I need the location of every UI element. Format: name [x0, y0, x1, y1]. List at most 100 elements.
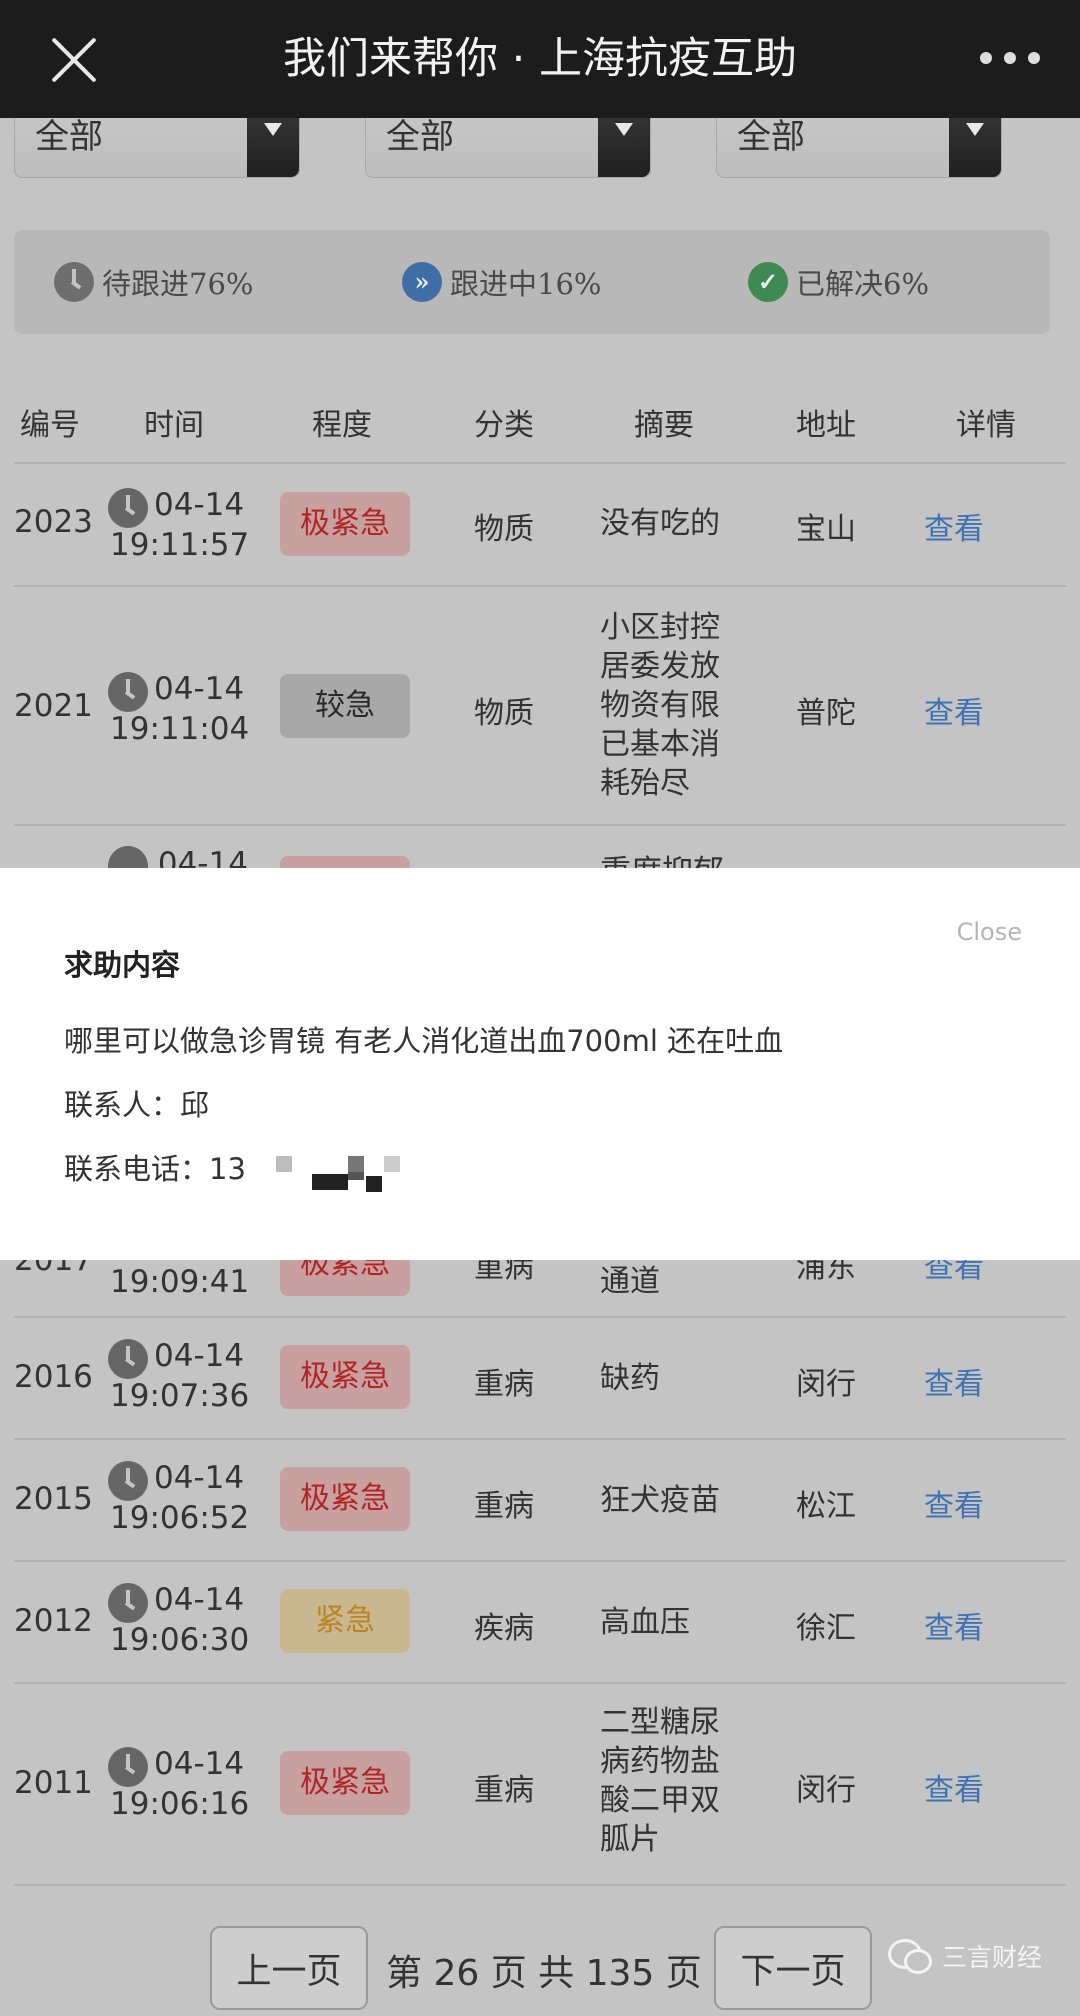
row-address: 闵行	[796, 1773, 856, 1808]
col-header-detail: 详情	[956, 408, 1016, 443]
col-header-address: 地址	[796, 408, 856, 443]
row-id: 2017	[14, 1260, 93, 1278]
row-date: 04-14	[157, 846, 248, 868]
level-badge: 紧急	[280, 1589, 410, 1653]
row-id: 2021	[14, 688, 93, 724]
table-row: 2011 04-14 19:06:16 极紧急 重病 二型糖尿病药物盐酸二甲双胍…	[0, 1683, 1080, 1883]
row-summary: 通道	[600, 1264, 660, 1299]
stat-resolved: ✓ 已解决6%	[748, 260, 929, 304]
row-timestamp: 19:06:30	[110, 1622, 250, 1658]
table-row: 2012 04-14 19:06:30 紧急 疾病 高血压 徐汇 查看	[0, 1561, 1080, 1683]
col-header-id: 编号	[20, 408, 80, 443]
row-id: 2012	[14, 1603, 93, 1639]
row-timestamp: 19:11:04	[110, 711, 250, 747]
row-timestamp: 19:11:57	[110, 527, 250, 563]
partial-row-time: 04-14	[108, 846, 308, 868]
row-date: 04-14	[154, 1338, 245, 1374]
row-address: 松江	[796, 1489, 856, 1524]
more-icon[interactable]	[980, 52, 1040, 64]
row-timestamp: 19:06:16	[110, 1786, 250, 1822]
row-id: 2016	[14, 1359, 93, 1395]
clock-icon	[108, 846, 148, 868]
row-id: 2015	[14, 1481, 93, 1517]
stat-pending-label: 待跟进76%	[102, 267, 254, 301]
row-address: 徐汇	[796, 1611, 856, 1646]
row-address: 普陀	[796, 696, 856, 731]
view-link[interactable]: 查看	[924, 1359, 984, 1403]
divider	[14, 824, 1066, 826]
row-category: 疾病	[474, 1611, 534, 1646]
row-timestamp: 19:09:41	[110, 1264, 250, 1300]
row-date: 04-14	[154, 1746, 245, 1782]
watermark-text: 三言财经	[941, 1943, 1042, 1972]
view-link[interactable]: 查看	[924, 688, 984, 732]
row-summary: 狂犬疫苗	[600, 1483, 720, 1518]
row-address: 宝山	[796, 512, 856, 547]
prev-page-button[interactable]: 上一页	[210, 1926, 368, 2010]
col-header-category: 分类	[474, 408, 534, 443]
table-row-partial: 2017 19:09:41 极紧急 重病 通道 浦东 查看	[0, 1260, 1080, 1316]
row-summary: 小区封控居委发放物资有限已基本消耗殆尽	[600, 610, 720, 801]
level-badge: 较急	[280, 674, 410, 738]
row-summary: 没有吃的	[600, 506, 720, 541]
view-link[interactable]: 查看	[924, 504, 984, 548]
watermark: 三言财经	[887, 1938, 1042, 1974]
row-date: 04-14	[154, 1460, 245, 1496]
partial-row-summary: 重度抑郁	[600, 846, 724, 868]
status-summary: 待跟进76% » 跟进中16% ✓ 已解决6%	[14, 230, 1050, 334]
wechat-icon	[887, 1939, 932, 1974]
table-row: 2016 04-14 19:07:36 极紧急 重病 缺药 闵行 查看	[0, 1317, 1080, 1439]
level-badge	[280, 856, 410, 868]
view-link[interactable]: 查看	[924, 1603, 984, 1647]
clock-icon	[108, 672, 148, 712]
dialog-title: 求助内容	[64, 948, 181, 982]
level-badge: 极紧急	[280, 1260, 410, 1296]
row-id: 2011	[14, 1765, 93, 1801]
next-page-button[interactable]: 下一页	[714, 1926, 872, 2010]
row-date: 04-14	[154, 1582, 245, 1618]
clock-icon	[54, 262, 94, 302]
help-content: 哪里可以做急诊胃镜 有老人消化道出血700ml 还在吐血	[64, 1024, 784, 1058]
clock-icon	[108, 1747, 148, 1787]
row-timestamp: 19:07:36	[110, 1378, 250, 1414]
stat-in-progress: » 跟进中16%	[402, 260, 601, 304]
view-link[interactable]: 查看	[924, 1481, 984, 1525]
close-icon[interactable]	[48, 34, 100, 86]
table-row: 2023 04-14 19:11:57 极紧急 物质 没有吃的 宝山 查看	[0, 462, 1080, 586]
level-badge: 极紧急	[280, 1751, 410, 1815]
row-address: 闵行	[796, 1367, 856, 1402]
row-category: 重病	[474, 1489, 534, 1524]
row-date: 04-14	[154, 487, 245, 523]
row-summary: 缺药	[600, 1361, 660, 1396]
view-link[interactable]: 查看	[924, 1260, 984, 1286]
row-category: 重病	[474, 1773, 534, 1808]
row-timestamp: 19:06:52	[110, 1500, 250, 1536]
dialog-close-button[interactable]: Close	[957, 918, 1022, 946]
row-id: 2023	[14, 504, 93, 540]
clock-icon	[108, 1461, 148, 1501]
stat-resolved-label: 已解决6%	[796, 267, 930, 301]
row-category: 重病	[474, 1367, 534, 1402]
top-bar: 我们来帮你 · 上海抗疫互助	[0, 0, 1080, 118]
double-chevron-icon: »	[402, 262, 442, 302]
page-info: 第 26 页 共 135 页	[386, 1953, 702, 1994]
clock-icon	[108, 1339, 148, 1379]
divider	[14, 1884, 1066, 1886]
table-row: 2021 04-14 19:11:04 较急 物质 小区封控居委发放物资有限已基…	[0, 586, 1080, 824]
col-header-time: 时间	[144, 408, 204, 443]
col-header-level: 程度	[312, 408, 372, 443]
row-summary: 高血压	[600, 1605, 690, 1640]
row-category: 重病	[474, 1260, 534, 1285]
stat-pending: 待跟进76%	[54, 260, 253, 304]
page-title: 我们来帮你 · 上海抗疫互助	[282, 34, 797, 84]
row-category: 物质	[474, 512, 534, 547]
contact-name: 联系人：邱	[64, 1088, 210, 1122]
redacted-phone-mosaic	[276, 1156, 406, 1198]
view-link[interactable]: 查看	[924, 1765, 984, 1809]
row-summary: 二型糖尿病药物盐酸二甲双胍片	[600, 1705, 720, 1857]
contact-phone: 联系电话：13	[64, 1152, 246, 1186]
check-icon: ✓	[748, 262, 788, 302]
level-badge: 极紧急	[280, 492, 410, 556]
row-date: 04-14	[154, 671, 245, 707]
table-header: 编号 时间 程度 分类 摘要 地址 详情	[0, 380, 1080, 462]
